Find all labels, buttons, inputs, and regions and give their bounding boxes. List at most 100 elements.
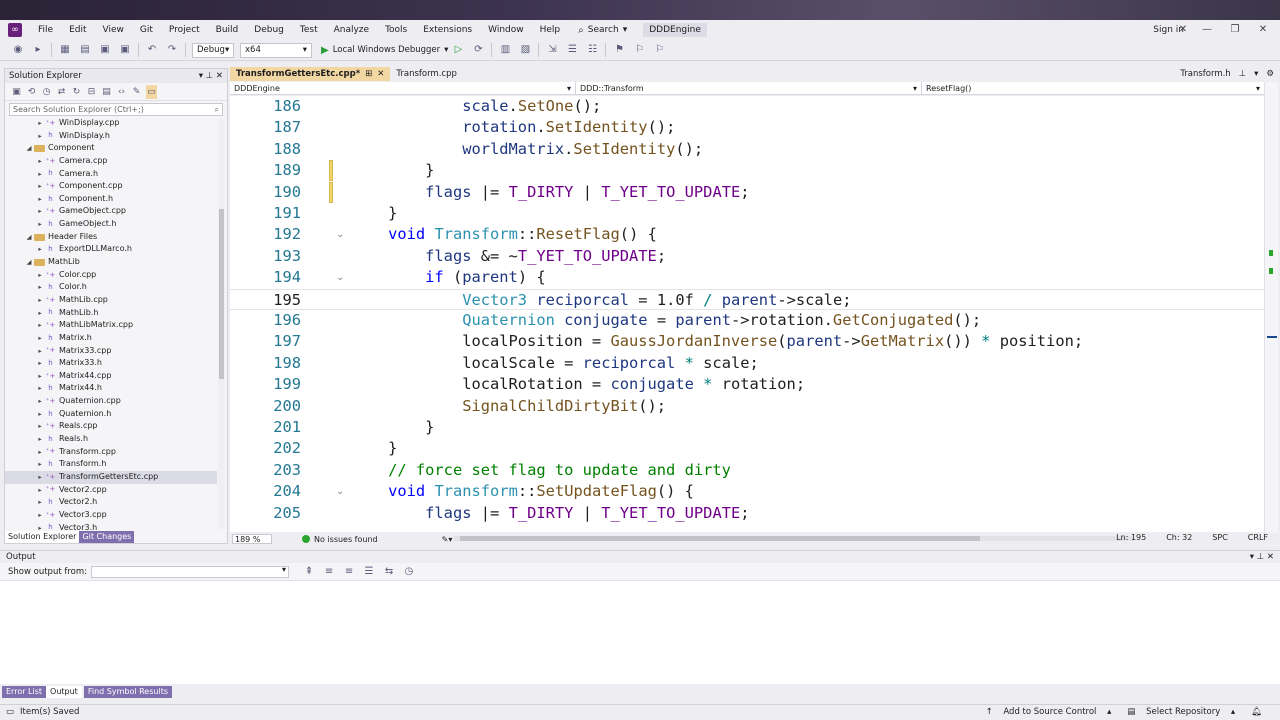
fold-toggle-icon[interactable]: ⌄ bbox=[336, 267, 344, 288]
tree-item[interactable]: ▸ h Camera.h bbox=[5, 168, 217, 181]
pin-icon[interactable]: ⊞ bbox=[365, 67, 372, 81]
collapse-arrow-icon[interactable]: ◢ bbox=[24, 231, 34, 244]
clock-icon[interactable]: ◷ bbox=[402, 565, 416, 579]
code-line[interactable]: 201 } bbox=[230, 417, 1264, 438]
menu-view[interactable]: View bbox=[95, 20, 132, 40]
undo-icon[interactable]: ↶ bbox=[145, 43, 159, 57]
expand-arrow-icon[interactable]: ▸ bbox=[35, 180, 45, 193]
expand-arrow-icon[interactable]: ▸ bbox=[35, 458, 45, 471]
panel-controls[interactable]: ▾ ⊥ ✕ bbox=[199, 71, 223, 81]
tree-item[interactable]: ▸ h Transform.h bbox=[5, 458, 217, 471]
tree-item[interactable]: ▸ h Vector2.h bbox=[5, 496, 217, 509]
code-editor[interactable]: 186 scale.SetOne(); 187 rotation.SetIdent… bbox=[230, 96, 1264, 532]
sync-icon[interactable]: ⟲ bbox=[26, 85, 37, 99]
tree-item[interactable]: ▸ ⁺+ Matrix33.cpp bbox=[5, 345, 217, 358]
expand-arrow-icon[interactable]: ▸ bbox=[35, 193, 45, 206]
code-line[interactable]: 186 scale.SetOne(); bbox=[230, 96, 1264, 117]
editor-scrollbar[interactable] bbox=[1264, 82, 1278, 546]
code-line[interactable]: 196 Quaternion conjugate = parent->rotat… bbox=[230, 310, 1264, 331]
code-line[interactable]: 188 worldMatrix.SetIdentity(); bbox=[230, 139, 1264, 160]
tree-item[interactable]: ▸ h WinDisplay.h bbox=[5, 130, 217, 143]
expand-arrow-icon[interactable]: ▸ bbox=[35, 307, 45, 320]
expand-arrow-icon[interactable]: ▸ bbox=[35, 130, 45, 143]
code-line[interactable]: 193 flags &= ~T_YET_TO_UPDATE; bbox=[230, 246, 1264, 267]
tree-item[interactable]: ▸ ⁺+ TransformGettersEtc.cpp bbox=[5, 470, 217, 484]
tree-item[interactable]: ▸ ⁺+ Vector3.cpp bbox=[5, 509, 217, 522]
close-icon[interactable]: ✕ bbox=[377, 67, 384, 81]
search-button[interactable]: ⌕ Search ▾ bbox=[572, 25, 633, 36]
start-debugging-button[interactable]: ▶ Local Windows Debugger ▾ bbox=[321, 45, 448, 56]
notifications-icon[interactable]: 🔔︎ bbox=[1243, 705, 1270, 720]
code-line[interactable]: 195 Vector3 reciporcal = 1.0f / parent->… bbox=[230, 288, 1264, 310]
expand-arrow-icon[interactable]: ▸ bbox=[35, 484, 45, 497]
expand-arrow-icon[interactable]: ▸ bbox=[35, 509, 45, 522]
collapse-arrow-icon[interactable]: ◢ bbox=[24, 142, 34, 155]
brush-icon[interactable]: ✎▾ bbox=[442, 535, 453, 544]
line-number[interactable]: Ln: 195 bbox=[1106, 533, 1156, 542]
tree-item[interactable]: ▸ ⁺+ Vector2.cpp bbox=[5, 484, 217, 497]
minimize-icon[interactable]: — bbox=[1196, 20, 1218, 40]
prev-bookmark-icon[interactable]: ⚐ bbox=[632, 43, 646, 57]
menu-test[interactable]: Test bbox=[292, 20, 326, 40]
hot-reload-icon[interactable]: ⟳ bbox=[471, 43, 485, 57]
bookmark-icon[interactable]: ⚑ bbox=[612, 43, 626, 57]
menu-git[interactable]: Git bbox=[132, 20, 161, 40]
expand-arrow-icon[interactable]: ▸ bbox=[35, 155, 45, 168]
tree-item[interactable]: ▸ h ExportDLLMarco.h bbox=[5, 243, 217, 256]
menu-file[interactable]: File bbox=[30, 20, 61, 40]
tree-item[interactable]: ▸ ⁺+ Matrix44.cpp bbox=[5, 370, 217, 383]
forward-icon[interactable]: ▸ bbox=[31, 43, 45, 57]
close-icon[interactable]: ✕ bbox=[1252, 20, 1274, 40]
tree-item[interactable]: ▸ ⁺+ MathLibMatrix.cpp bbox=[5, 319, 217, 332]
pin-icon[interactable]: ⊥ bbox=[1235, 67, 1250, 81]
whitespace-mode[interactable]: SPC bbox=[1202, 533, 1238, 542]
collapse-arrow-icon[interactable]: ◢ bbox=[24, 256, 34, 269]
code-line[interactable]: 199 localRotation = conjugate * rotation… bbox=[230, 374, 1264, 395]
tab-solution-explorer[interactable]: Solution Explorer bbox=[5, 531, 80, 543]
code-line[interactable]: 198 localScale = reciporcal * scale; bbox=[230, 353, 1264, 374]
tree-item[interactable]: ▸ ⁺+ GameObject.cpp bbox=[5, 205, 217, 218]
expand-arrow-icon[interactable]: ▸ bbox=[35, 281, 45, 294]
code-line[interactable]: 204 ⌄ void Transform::SetUpdateFlag() { bbox=[230, 481, 1264, 502]
history-icon[interactable]: ◷ bbox=[41, 85, 52, 99]
platform-select[interactable]: x64 ▾ bbox=[240, 42, 312, 58]
preview-icon[interactable]: ▭ bbox=[146, 84, 157, 99]
menu-tools[interactable]: Tools bbox=[377, 20, 415, 40]
tab-error-list[interactable]: Error List bbox=[2, 686, 47, 698]
menu-window[interactable]: Window bbox=[480, 20, 532, 40]
tree-item[interactable]: ▸ h Quaternion.h bbox=[5, 408, 217, 421]
expand-arrow-icon[interactable]: ▸ bbox=[35, 357, 45, 370]
refresh-icon[interactable]: ↻ bbox=[71, 85, 82, 99]
toolbox-icon[interactable]: ▥ bbox=[498, 43, 512, 57]
prev-message-icon[interactable]: ≡ bbox=[322, 565, 336, 579]
clear-all-icon[interactable]: ☰ bbox=[362, 565, 376, 579]
menu-build[interactable]: Build bbox=[208, 20, 247, 40]
browser-icon[interactable]: ▧ bbox=[518, 43, 532, 57]
tab-find-symbol-results[interactable]: Find Symbol Results bbox=[83, 686, 172, 698]
menu-help[interactable]: Help bbox=[532, 20, 569, 40]
add-to-source-control-button[interactable]: ↑ Add to Source Control ▴ bbox=[978, 705, 1120, 720]
code-line[interactable]: 187 rotation.SetIdentity(); bbox=[230, 117, 1264, 138]
next-message-icon[interactable]: ≡ bbox=[342, 565, 356, 579]
expand-arrow-icon[interactable]: ▸ bbox=[35, 420, 45, 433]
tree-item[interactable]: ▸ ⁺+ WinDisplay.cpp bbox=[5, 117, 217, 130]
expand-arrow-icon[interactable]: ▸ bbox=[35, 496, 45, 509]
tree-item[interactable]: ▸ ⁺+ MathLib.cpp bbox=[5, 294, 217, 307]
fold-toggle-icon[interactable]: ⌄ bbox=[336, 481, 344, 502]
tree-item[interactable]: ▸ h Reals.h bbox=[5, 433, 217, 446]
menu-edit[interactable]: Edit bbox=[61, 20, 94, 40]
configuration-select[interactable]: Debug ▾ bbox=[192, 42, 234, 58]
tree-item[interactable]: ▸ h Vector3.h bbox=[5, 522, 217, 532]
expand-arrow-icon[interactable]: ▸ bbox=[35, 370, 45, 383]
tab-output[interactable]: Output bbox=[46, 686, 82, 698]
find-message-icon[interactable]: ⇞ bbox=[302, 565, 316, 579]
tab-transform-cpp[interactable]: Transform.cpp bbox=[390, 67, 462, 81]
expand-arrow-icon[interactable]: ▸ bbox=[35, 117, 45, 130]
restore-icon[interactable]: ❐ bbox=[1224, 20, 1246, 40]
tree-item[interactable]: ▸ ⁺+ Reals.cpp bbox=[5, 420, 217, 433]
back-icon[interactable]: ◉ bbox=[11, 43, 25, 57]
show-all-files-icon[interactable]: ▤ bbox=[101, 85, 112, 99]
menu-project[interactable]: Project bbox=[161, 20, 208, 40]
scrollbar-thumb[interactable] bbox=[219, 209, 224, 379]
expand-arrow-icon[interactable]: ▸ bbox=[35, 471, 45, 484]
